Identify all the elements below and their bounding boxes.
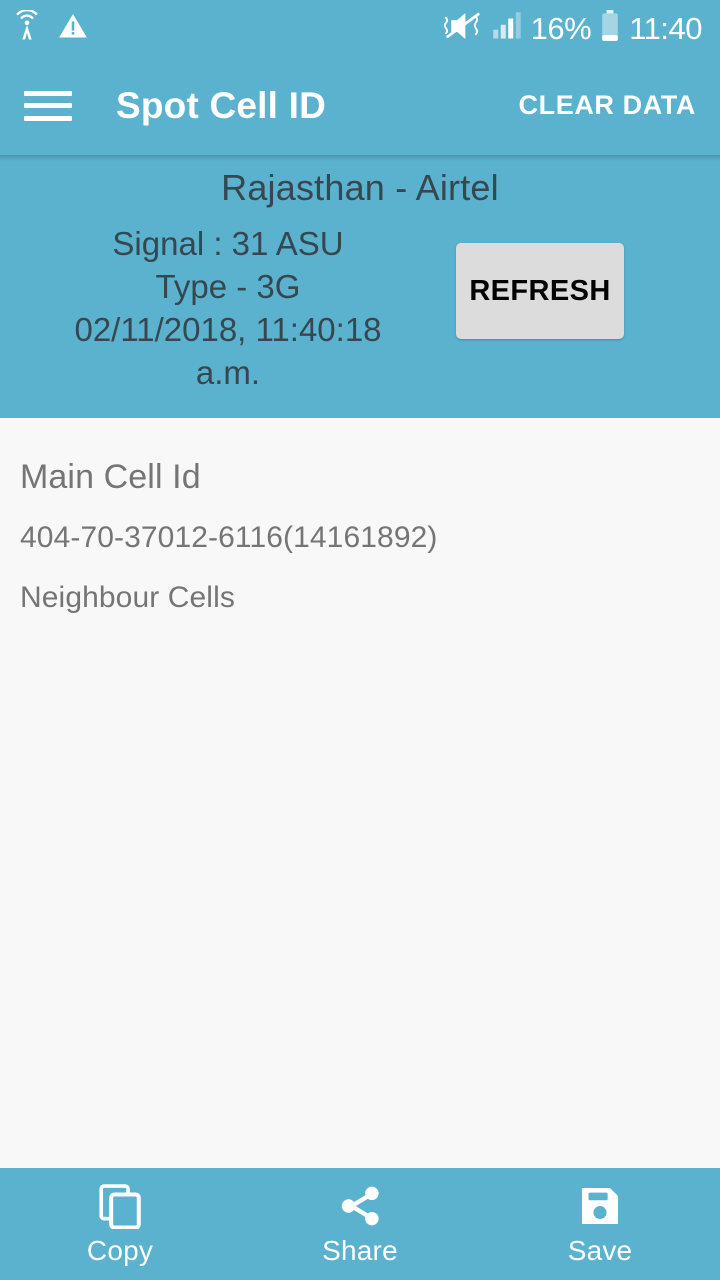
timestamp-label-line1: 02/11/2018, 11:40:18: [74, 310, 382, 348]
status-bar-left-icons: [12, 8, 88, 47]
status-bar-clock: 11:40: [629, 10, 702, 46]
copy-label: Copy: [86, 1235, 154, 1266]
main-content: Main Cell Id 404-70-37012-6116(14161892)…: [0, 418, 720, 1168]
network-type-label: Type - 3G: [155, 267, 301, 305]
signal-bars-icon: [492, 11, 522, 45]
warning-triangle-icon: [58, 12, 88, 45]
main-cell-id-value[interactable]: 404-70-37012-6116(14161892): [20, 521, 700, 555]
share-label: Share: [322, 1235, 398, 1266]
carrier-label: Rajasthan - Airtel: [221, 167, 499, 208]
app-screen: 16% 11:40 Spot Cell ID CLEAR DATA Rajast…: [0, 0, 720, 1280]
signal-strength-label: Signal : 31 ASU: [112, 225, 344, 262]
share-button[interactable]: Share: [240, 1168, 480, 1280]
battery-icon: [600, 9, 620, 47]
save-button[interactable]: Save: [480, 1168, 720, 1280]
copy-icon: [97, 1183, 143, 1230]
hamburger-bar: [24, 103, 72, 108]
cell-info-panel: Rajasthan - Airtel Signal : 31 ASU Type …: [0, 155, 720, 418]
timestamp-label-line2: a.m.: [195, 353, 261, 391]
hamburger-bar: [24, 115, 72, 121]
page-title: Spot Cell ID: [116, 84, 327, 126]
mute-vibrate-icon: [443, 10, 483, 47]
status-bar-right-icons: 16% 11:40: [443, 9, 702, 47]
cell-info-details: Signal : 31 ASU Type - 3G 02/11/2018, 11…: [0, 223, 456, 395]
status-bar: 16% 11:40: [0, 0, 720, 56]
cell-info-row: Signal : 31 ASU Type - 3G 02/11/2018, 11…: [0, 223, 720, 395]
hamburger-menu-icon[interactable]: [24, 87, 72, 125]
refresh-button[interactable]: REFRESH: [456, 243, 624, 339]
main-cell-id-title: Main Cell Id: [20, 458, 201, 496]
hamburger-bar: [24, 90, 72, 96]
cell-broadcast-icon: [12, 8, 42, 47]
copy-button[interactable]: Copy: [0, 1168, 240, 1280]
app-bar: Spot Cell ID CLEAR DATA: [0, 56, 720, 155]
share-icon: [337, 1183, 383, 1229]
battery-percent-label: 16%: [530, 10, 592, 46]
bottom-action-bar: Copy Share Save: [0, 1168, 720, 1280]
save-floppy-icon: [577, 1183, 623, 1229]
neighbour-cells-title: Neighbour Cells: [20, 581, 235, 614]
save-label: Save: [567, 1235, 633, 1266]
clear-data-button[interactable]: CLEAR DATA: [519, 90, 696, 121]
